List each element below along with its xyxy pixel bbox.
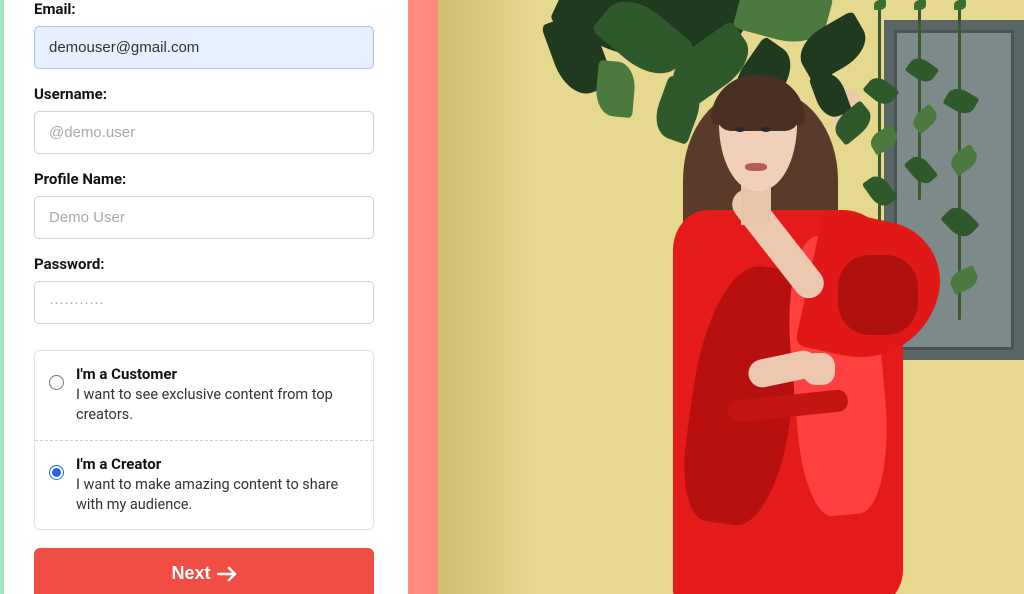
username-input[interactable] xyxy=(34,111,374,154)
email-field-group: Email: xyxy=(34,0,374,69)
username-field-group: Username: xyxy=(34,85,374,154)
hero-figure xyxy=(633,35,933,594)
next-button[interactable]: Next xyxy=(34,548,374,594)
next-button-label: Next xyxy=(171,563,210,584)
hero-panel xyxy=(408,0,1024,594)
role-selection-box: I'm a Customer I want to see exclusive c… xyxy=(34,350,374,530)
password-field-group: Password: xyxy=(34,255,374,324)
form-scroll-area[interactable]: Email: Username: Profile Name: Password: xyxy=(0,0,408,594)
role-creator-title: I'm a Creator xyxy=(76,455,359,473)
role-option-customer[interactable]: I'm a Customer I want to see exclusive c… xyxy=(35,351,373,440)
role-option-creator[interactable]: I'm a Creator I want to make amazing con… xyxy=(35,441,373,530)
password-input[interactable] xyxy=(34,281,374,324)
hero-image xyxy=(438,0,1024,594)
coral-accent-strip xyxy=(408,0,438,594)
username-label: Username: xyxy=(34,85,374,103)
profile-name-field-group: Profile Name: xyxy=(34,170,374,239)
profile-name-input[interactable] xyxy=(34,196,374,239)
role-creator-desc: I want to make amazing content to share … xyxy=(76,475,359,516)
arrow-right-icon xyxy=(217,566,237,582)
profile-name-label: Profile Name: xyxy=(34,170,374,188)
panel-accent-border xyxy=(0,0,4,594)
role-radio-customer[interactable] xyxy=(49,375,64,390)
signup-form-panel: Email: Username: Profile Name: Password: xyxy=(0,0,408,594)
role-customer-desc: I want to see exclusive content from top… xyxy=(76,385,359,426)
email-label: Email: xyxy=(34,0,374,18)
password-label: Password: xyxy=(34,255,374,273)
email-input[interactable] xyxy=(34,26,374,69)
role-radio-creator[interactable] xyxy=(49,465,64,480)
role-customer-title: I'm a Customer xyxy=(76,365,359,383)
